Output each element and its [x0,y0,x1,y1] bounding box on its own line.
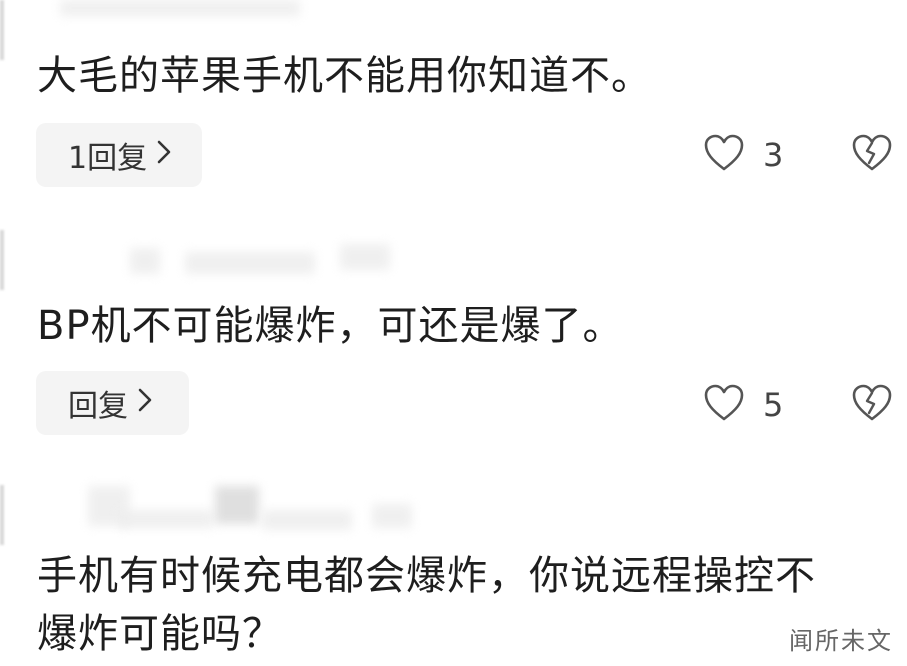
comment-2-like-button[interactable]: 5 [703,384,783,426]
chevron-right-icon [138,388,152,419]
chevron-right-icon [157,140,171,171]
blurred-username [185,252,315,274]
blurred-meta [372,504,412,528]
blurred-meta [340,244,390,270]
comment-2-like-count: 5 [763,386,784,424]
heart-outline-icon [703,134,745,176]
comment-3-text-line2: 爆炸可能吗？ [37,611,283,657]
comment-1-like-count: 3 [763,136,784,174]
blurred-username [118,510,213,528]
comment-2-text: BP机不可能爆炸，可还是爆了。 [37,303,624,349]
blurred-avatar [130,248,160,274]
comment-1-dislike-button[interactable] [851,134,893,176]
watermark: 闻所未文 [789,627,893,655]
comment-3-text-line1: 手机有时候充电都会爆炸，你说远程操控不 [37,553,816,599]
broken-heart-icon [851,384,893,426]
thread-edge [0,0,4,60]
blurred-meta [262,510,352,530]
thread-edge [0,485,4,545]
comment-2-dislike-button[interactable] [851,384,893,426]
comment-thread: 大毛的苹果手机不能用你知道不。 1回复 3 BP机不可能爆炸，可还是爆了。 回复… [0,0,907,666]
comment-1-text: 大毛的苹果手机不能用你知道不。 [37,53,652,99]
comment-2-reply-button[interactable]: 回复 [36,371,189,435]
comment-1-reply-button[interactable]: 1回复 [36,123,202,187]
comment-2-reply-label: 回复 [68,389,128,424]
comment-1-like-button[interactable]: 3 [703,134,783,176]
thread-edge [0,230,4,290]
heart-outline-icon [703,384,745,426]
broken-heart-icon [851,134,893,176]
blurred-username [60,0,300,16]
blurred-avatar [215,486,259,524]
comment-1-reply-label: 1回复 [68,141,148,176]
